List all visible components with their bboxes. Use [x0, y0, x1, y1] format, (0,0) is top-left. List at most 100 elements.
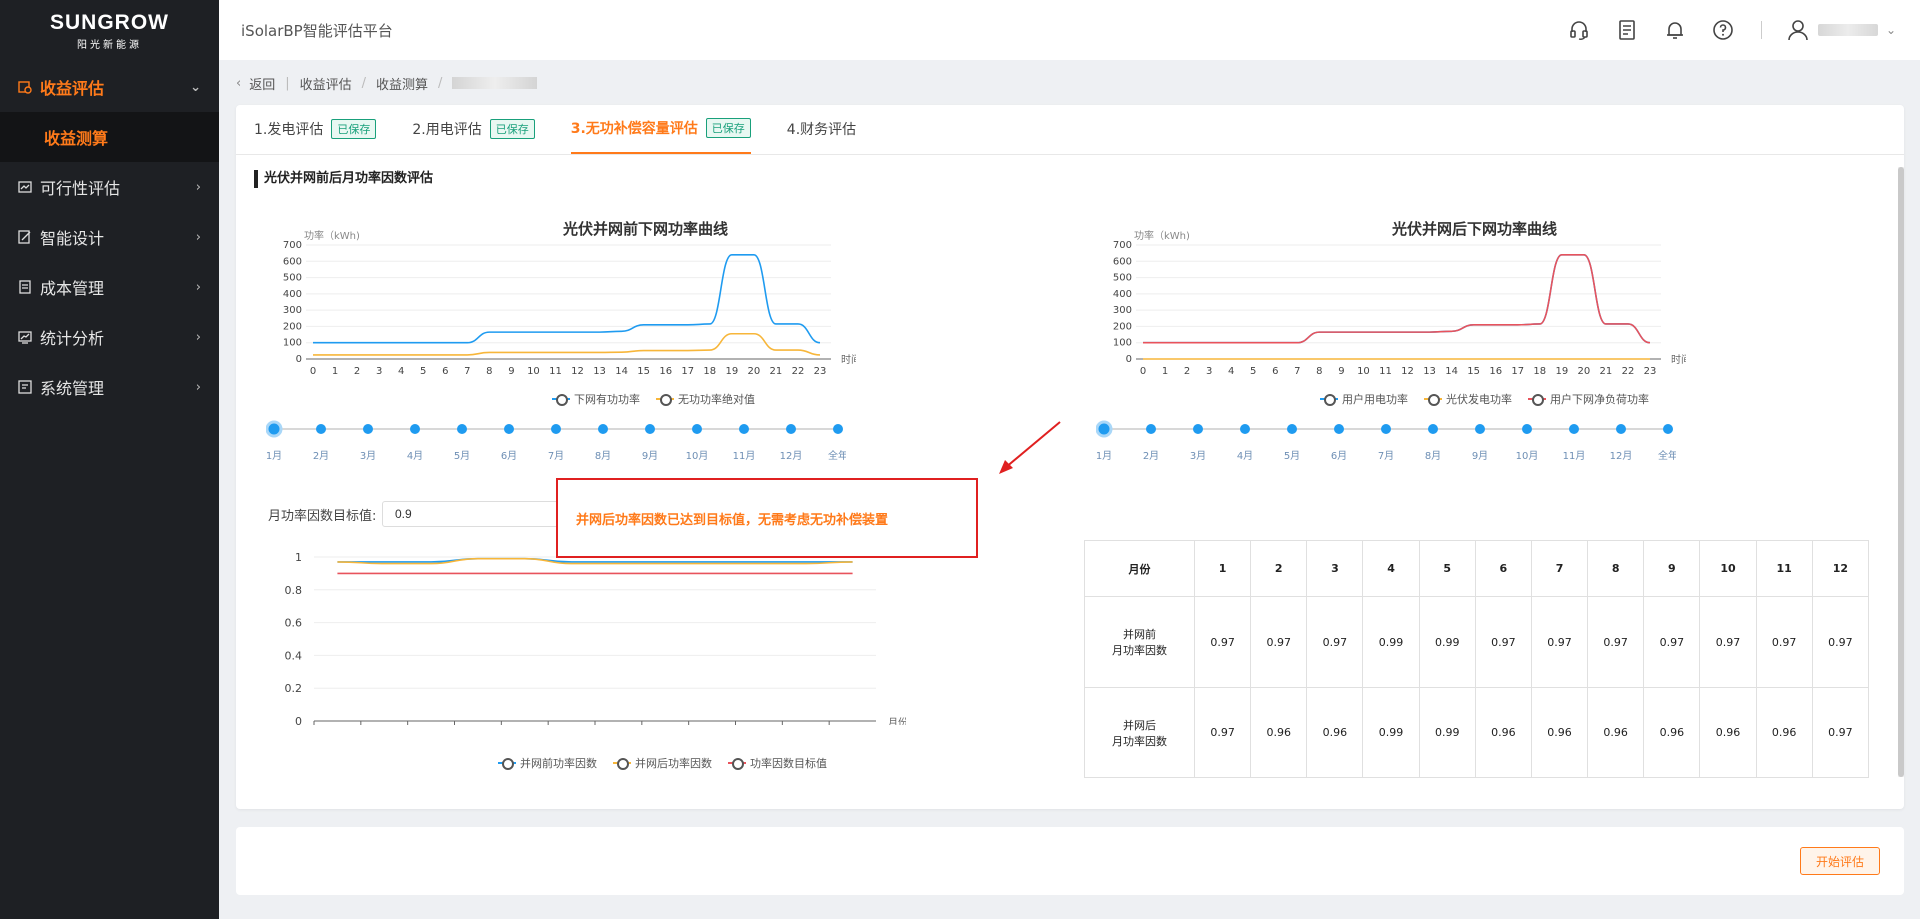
x-tick-label: 7 [464, 366, 470, 375]
timeline-dot[interactable] [1616, 424, 1626, 434]
legend-item[interactable]: 下网有功功率 [552, 391, 640, 407]
main-card: 1.发电评估 已保存 2.用电评估 已保存 3.无功补偿容量评估 已保存 4.财务评估… [236, 105, 1904, 809]
timeline-dot[interactable] [316, 424, 326, 434]
table-header-cell: 2 [1250, 540, 1308, 597]
y-tick-label: 100 [1113, 338, 1132, 349]
x-tick-label: 23 [1644, 366, 1657, 375]
legend-item[interactable]: 并网前功率因数 [498, 755, 597, 771]
timeline-dot[interactable] [692, 424, 702, 434]
sidebar-item-feasibility[interactable]: 可行性评估 › [0, 162, 219, 212]
sidebar-item-revenue[interactable]: 收益评估 ⌄ [0, 62, 219, 112]
timeline-dot[interactable] [504, 424, 514, 434]
timeline-dot[interactable] [1334, 424, 1344, 434]
timeline-dot[interactable] [1663, 424, 1673, 434]
table-header-row: 月份 1 2 3 4 5 6 7 8 9 10 11 12 [1084, 540, 1870, 597]
power-chart-before: 功率（kWh)01002003004005006007000 1 2 3 4 5 6 7 8 9 1… [283, 229, 856, 375]
sungrow-logo[interactable]: SUNGROW 阳光新能源 [0, 0, 219, 62]
sidebar-item-label: 智能设计 [40, 229, 105, 248]
timeline-dot[interactable] [1193, 424, 1203, 434]
table-header-cell: 1 [1193, 540, 1252, 597]
timeline-dot[interactable] [266, 420, 283, 438]
y-axis-label: 功率（kWh) [304, 229, 360, 242]
sidebar-item-design[interactable]: 智能设计 › [0, 212, 219, 262]
timeline-month-label: 9月 [642, 450, 658, 462]
legend-item[interactable]: 用户用电功率 [1320, 391, 1408, 407]
x-tick-label: 11 [549, 366, 562, 375]
document-icon[interactable] [1613, 16, 1641, 44]
table-cell: 0.97 [1755, 596, 1813, 688]
breadcrumb-item[interactable]: 收益测算 [376, 74, 428, 93]
tab-finance[interactable]: 4.财务评估 [787, 104, 856, 154]
bell-icon[interactable] [1661, 16, 1689, 44]
timeline-dot[interactable] [786, 424, 796, 434]
timeline-dot[interactable] [1240, 424, 1250, 434]
legend-item[interactable]: 无功功率绝对值 [656, 391, 755, 407]
legend-marker [498, 758, 516, 770]
legend-marker [1424, 394, 1442, 406]
timeline-dot[interactable] [645, 424, 655, 434]
x-tick-label: 3 [1206, 366, 1212, 375]
breadcrumb-item[interactable]: 收益评估 [300, 74, 352, 93]
back-chevron-icon[interactable]: ‹ [236, 76, 241, 91]
sidebar-item-stats[interactable]: 统计分析 › [0, 312, 219, 362]
table-header-cell: 8 [1587, 540, 1645, 597]
x-tick-label: 12 [571, 366, 584, 375]
timeline-month-label: 10月 [1516, 450, 1539, 462]
headset-icon[interactable] [1565, 16, 1593, 44]
legend-item[interactable]: 功率因数目标值 [728, 755, 827, 771]
scrollbar[interactable] [1898, 167, 1904, 777]
timeline-dot[interactable] [1287, 424, 1297, 434]
tab-label: 1.发电评估 [254, 122, 324, 138]
start-evaluation-button[interactable]: 开始评估 [1800, 847, 1880, 875]
legend-item[interactable]: 并网后功率因数 [613, 755, 712, 771]
breadcrumb: ‹ 返回 | 收益评估 / 收益测算 / [236, 72, 538, 94]
pf-target-input[interactable] [382, 501, 582, 527]
month-timeline-before[interactable]: 1月 2月 3月 4月 5月 6月 7月 8月 9月 10月 11月 12月 全年 [266, 415, 846, 465]
cost-icon [18, 280, 32, 294]
timeline-month-label: 11月 [1563, 450, 1586, 462]
timeline-dot[interactable] [551, 424, 561, 434]
table-cell: 0.97 [1699, 596, 1757, 688]
tab-label: 3.无功补偿容量评估 [570, 121, 698, 137]
y-tick-label: 100 [283, 338, 302, 349]
timeline-dot[interactable] [363, 424, 373, 434]
tab-consumption[interactable]: 2.用电评估 已保存 [412, 104, 535, 154]
y-tick-label: 600 [283, 256, 302, 267]
sidebar-item-system[interactable]: 系统管理 › [0, 362, 219, 412]
timeline-dot[interactable] [739, 424, 749, 434]
x-tick-label: 20 [748, 366, 761, 375]
timeline-dot[interactable] [1522, 424, 1532, 434]
scrollbar-thumb[interactable] [1898, 167, 1904, 777]
user-menu[interactable]: ⌄ [1786, 18, 1896, 42]
legend-label: 功率因数目标值 [750, 757, 827, 770]
x-tick-label: 1 [332, 366, 338, 375]
timeline-dot[interactable] [833, 424, 843, 434]
legend-item[interactable]: 光伏发电功率 [1424, 391, 1512, 407]
legend-item[interactable]: 用户下网净负荷功率 [1528, 391, 1649, 407]
sidebar-subitem-revenue-calc[interactable]: 收益测算 [0, 112, 219, 162]
timeline-dot[interactable] [457, 424, 467, 434]
month-timeline-after[interactable]: 1月 2月 3月 4月 5月 6月 7月 8月 9月 10月 11月 12月 全年 [1096, 415, 1676, 465]
x-tick-label: 17 [1511, 366, 1524, 375]
timeline-dot[interactable] [410, 424, 420, 434]
tab-generation[interactable]: 1.发电评估 已保存 [254, 104, 377, 154]
sidebar-item-cost[interactable]: 成本管理 › [0, 262, 219, 312]
timeline-dot[interactable] [1569, 424, 1579, 434]
alert-message: 并网后功率因数已达到目标值，无需考虑无功补偿装置 [556, 478, 978, 558]
table-header-cell: 7 [1530, 540, 1589, 597]
table-header-cell: 12 [1811, 540, 1870, 597]
timeline-dot[interactable] [1146, 424, 1156, 434]
timeline-dot[interactable] [1475, 424, 1485, 434]
tab-reactive-compensation[interactable]: 3.无功补偿容量评估 已保存 [570, 104, 751, 154]
x-tick-label: 2 [1184, 366, 1190, 375]
timeline-dot[interactable] [1428, 424, 1438, 434]
row-label-line: 月功率因数 [1112, 734, 1167, 748]
timeline-dot[interactable] [598, 424, 608, 434]
timeline-dot[interactable] [1381, 424, 1391, 434]
help-icon[interactable] [1709, 16, 1737, 44]
back-link[interactable]: 返回 [249, 74, 275, 93]
x-tick-label: 23 [814, 366, 827, 375]
timeline-dot[interactable] [1096, 420, 1113, 438]
x-tick-label: 14 [615, 366, 628, 375]
revenue-icon [18, 80, 32, 94]
